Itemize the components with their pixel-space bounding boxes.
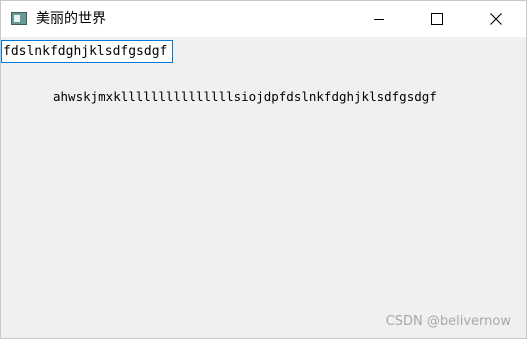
- minimize-button[interactable]: [356, 1, 402, 37]
- window-title: 美丽的世界: [36, 11, 106, 27]
- text-input[interactable]: fdslnkfdghjklsdfgsdgf: [1, 40, 173, 63]
- watermark: CSDN @belivernow: [385, 314, 511, 329]
- maximize-button[interactable]: [414, 1, 460, 37]
- title-bar[interactable]: 美丽的世界: [1, 1, 526, 37]
- close-icon: [490, 13, 502, 25]
- app-icon: [11, 12, 27, 25]
- minimize-icon: [374, 19, 384, 20]
- close-button[interactable]: [473, 1, 519, 37]
- maximize-icon: [431, 13, 443, 25]
- app-window: 美丽的世界 fdslnkfdghjklsdfgsdgf ahwskjmxklll…: [0, 0, 527, 339]
- text-label: ahwskjmxklllllllllllllllsiojdpfdslnkfdgh…: [53, 89, 437, 104]
